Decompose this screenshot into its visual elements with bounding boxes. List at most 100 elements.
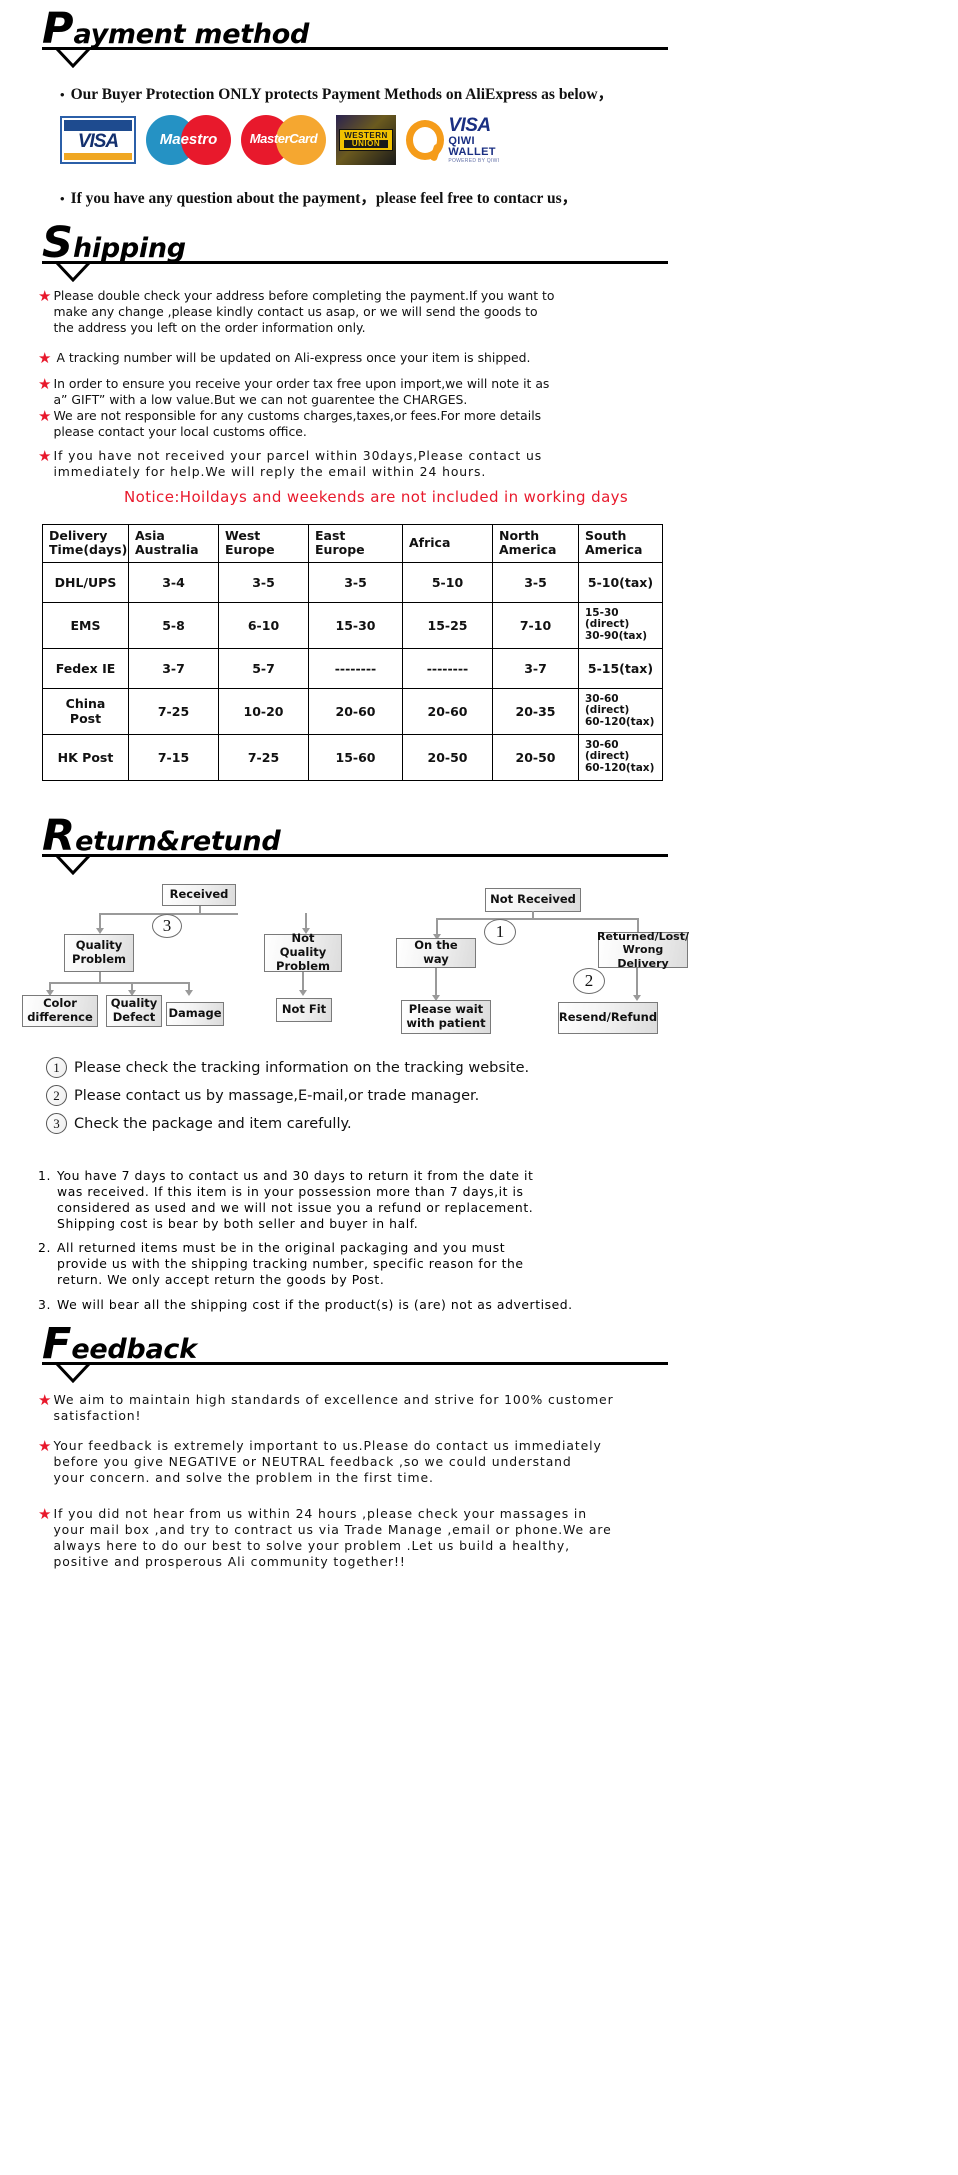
table-row-method: EMS <box>42 601 129 649</box>
flow-connector <box>199 906 201 914</box>
table-cell: -------- <box>402 647 493 689</box>
feedback-bullet-3: ★ If you did not hear from us within 24 … <box>38 1506 668 1570</box>
payment-bullet-1-text: Our Buyer Protection ONLY protects Payme… <box>70 86 614 103</box>
flow-node-not-quality-problem: Not Quality Problem <box>264 931 342 973</box>
flow-node-damage: Damage <box>166 1002 224 1026</box>
shipping-section-heading: Shipping <box>42 222 186 265</box>
legend-text-2: Please contact us by massage,E-mail,or t… <box>74 1087 480 1104</box>
return-policy-1: 1. You have 7 days to contact us and 30 … <box>38 1168 658 1233</box>
legend-item-1: 1 Please check the tracking information … <box>46 1057 529 1078</box>
table-cell: 5-10 <box>402 561 493 603</box>
table-row: HK Post 7-15 7-25 15-60 20-50 20-50 30-6… <box>42 733 663 781</box>
shipping-bullet-2: ★ A tracking number will be updated on A… <box>38 350 638 367</box>
shipping-heading-rule <box>42 261 668 264</box>
star-icon: ★ <box>38 408 52 425</box>
flow-arrow-icon <box>633 995 641 1001</box>
table-header-cell: North America <box>492 524 579 563</box>
return-policy-1-text: You have 7 days to contact us and 30 day… <box>57 1168 534 1232</box>
table-cell: -------- <box>308 647 403 689</box>
table-row: Fedex IE 3-7 5-7 -------- -------- 3-7 5… <box>42 647 663 689</box>
feedback-bullet-3-text: If you did not hear from us within 24 ho… <box>53 1506 612 1569</box>
qiwi-powered-text: POWERED BY QIWI <box>448 157 500 164</box>
shipping-bullet-4: ★ We are not responsible for any customs… <box>38 408 638 440</box>
legend-item-2: 2 Please contact us by massage,E-mail,or… <box>46 1085 479 1106</box>
flow-arrow-icon <box>299 990 307 996</box>
shipping-time-table: Delivery Time(days) Asia Australia West … <box>42 524 663 781</box>
western-union-logo: WESTERN UNION <box>336 115 396 165</box>
star-icon: ★ <box>38 448 52 465</box>
flow-connector <box>436 918 638 920</box>
legend-text-1: Please check the tracking information on… <box>74 1059 530 1076</box>
table-header-cell: East Europe <box>308 524 403 563</box>
payment-bullet-1: • Our Buyer Protection ONLY protects Paym… <box>60 82 613 104</box>
table-cell: 3-5 <box>492 561 579 603</box>
maestro-logo-text: Maestro <box>159 131 218 148</box>
western-union-line2: UNION <box>344 140 388 148</box>
legend-item-3: 3 Check the package and item carefully. <box>46 1113 352 1134</box>
feedback-section-heading: Feedback <box>42 1323 197 1366</box>
table-header-row: Delivery Time(days) Asia Australia West … <box>42 524 663 563</box>
table-row: China Post 7-25 10-20 20-60 20-60 20-35 … <box>42 687 663 735</box>
flow-node-please-wait: Please wait with patient <box>401 1000 491 1034</box>
shipping-bullet-3-text: In order to ensure you receive your orde… <box>53 376 550 407</box>
visa-logo-text: VISA <box>77 130 119 152</box>
flow-arrow-icon <box>185 990 193 996</box>
table-cell: 20-50 <box>402 733 493 781</box>
payment-logo-row: VISA Maestro MasterCard WESTERN UNION VI… <box>60 115 521 165</box>
table-row-method: DHL/UPS <box>42 561 129 603</box>
table-cell: 15-60 <box>308 733 403 781</box>
flow-node-color-difference: Color difference <box>22 995 98 1027</box>
star-icon: ★ <box>38 288 52 305</box>
table-row: DHL/UPS 3-4 3-5 3-5 5-10 3-5 5-10(tax) <box>42 561 663 603</box>
table-cell: 3-7 <box>128 647 219 689</box>
payment-heading-rule <box>42 47 668 50</box>
table-cell: 7-25 <box>218 733 309 781</box>
flow-connector <box>532 911 534 919</box>
return-policy-2-text: All returned items must be in the origin… <box>57 1240 524 1288</box>
return-heading-notch <box>55 855 97 875</box>
shipping-bullet-3: ★ In order to ensure you receive your or… <box>38 376 638 408</box>
table-header-cell: Asia Australia <box>128 524 219 563</box>
shipping-bullet-1-text: Please double check your address before … <box>53 288 555 335</box>
flow-node-on-the-way: On the way <box>396 938 476 968</box>
table-header-cell: West Europe <box>218 524 309 563</box>
flow-connector <box>99 972 101 983</box>
qiwi-wallet-text: QIWI WALLET <box>448 134 496 159</box>
flow-connector <box>305 913 307 929</box>
table-cell: 7-10 <box>492 601 579 649</box>
shipping-bullet-1: ★ Please double check your address befor… <box>38 288 638 336</box>
aliexpress-policy-page: Payment method • Our Buyer Protection ONL… <box>0 0 958 2175</box>
payment-bullet-2: • If you have any question about the paym… <box>60 186 577 208</box>
star-icon: ★ <box>38 350 52 367</box>
feedback-bullet-2: ★ Your feedback is extremely important t… <box>38 1438 668 1486</box>
maestro-logo: Maestro <box>146 115 231 165</box>
feedback-heading-notch <box>55 1363 97 1383</box>
shipping-notice: Notice:Hoildays and weekends are not inc… <box>124 488 629 506</box>
table-header-cell: South America <box>578 524 663 563</box>
star-icon: ★ <box>38 376 52 393</box>
flow-connector <box>49 982 189 984</box>
payment-heading-notch <box>55 48 97 68</box>
table-cell: 15-30 <box>308 601 403 649</box>
table-cell: 3-5 <box>308 561 403 603</box>
return-heading-rest: eturn&retund <box>75 826 281 857</box>
return-policy-3-text: We will bear all the shipping cost if th… <box>57 1297 573 1312</box>
table-cell: 7-25 <box>128 687 219 735</box>
flow-node-resend-refund: Resend/Refund <box>558 1002 658 1034</box>
table-cell: 30-60 (direct) 60-120(tax) <box>578 687 663 735</box>
return-section-heading: Return&retund <box>42 815 281 858</box>
shipping-bullet-2-text: A tracking number will be updated on Ali… <box>56 350 531 365</box>
table-cell: 3-5 <box>218 561 309 603</box>
legend-text-3: Check the package and item carefully. <box>74 1115 352 1132</box>
visa-logo: VISA <box>60 116 136 164</box>
table-cell: 7-15 <box>128 733 219 781</box>
flow-node-returned-lost: Returned/Lost/ Wrong Delivery <box>596 930 690 970</box>
table-cell: 3-7 <box>492 647 579 689</box>
table-cell: 5-15(tax) <box>578 647 663 689</box>
feedback-bullet-1-text: We aim to maintain high standards of exc… <box>53 1392 614 1423</box>
flow-marker-3: 3 <box>152 914 182 938</box>
table-cell: 20-35 <box>492 687 579 735</box>
star-icon: ★ <box>38 1506 52 1523</box>
flow-marker-2: 2 <box>573 968 605 994</box>
table-cell: 20-60 <box>308 687 403 735</box>
